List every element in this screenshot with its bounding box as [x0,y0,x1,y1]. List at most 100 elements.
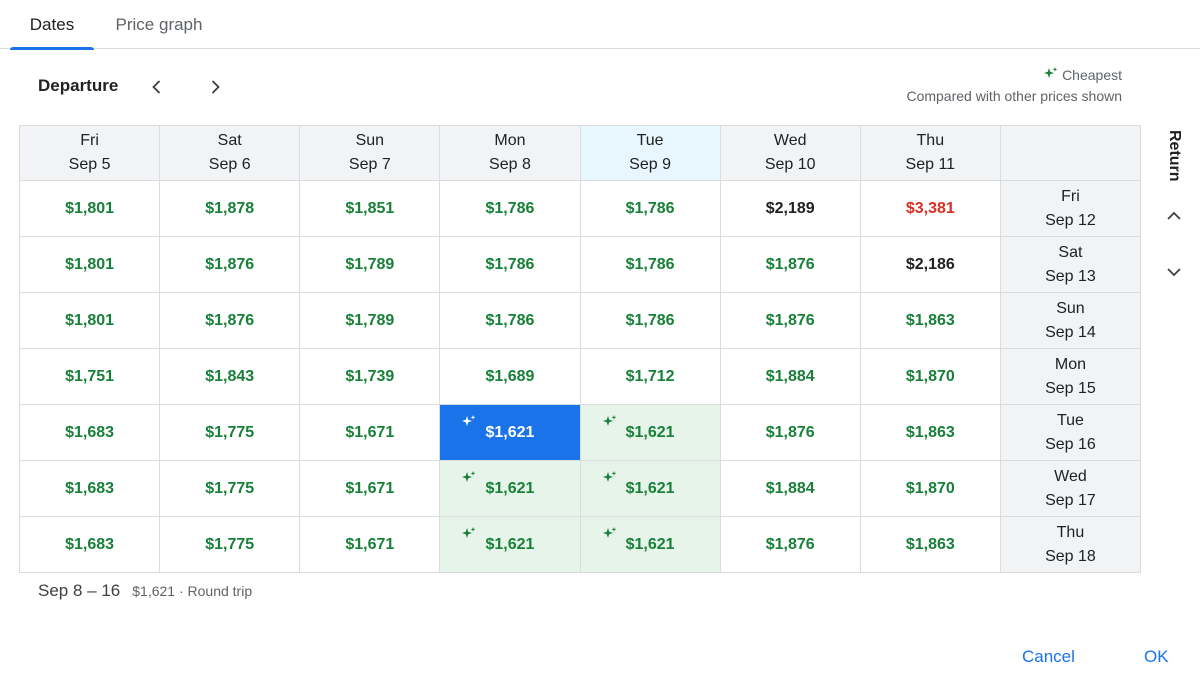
price-cell[interactable]: $1,786 [439,180,581,237]
price-cell[interactable]: $1,621 [579,404,721,461]
price-cell[interactable]: $1,786 [439,236,581,293]
price-cell[interactable]: $2,189 [719,180,861,237]
price-cell[interactable]: $1,876 [719,404,861,461]
return-row-header: Thu Sep 18 [999,516,1142,573]
price-cell[interactable]: $1,851 [299,180,441,237]
price-cell[interactable]: $1,878 [159,180,301,237]
return-next-button[interactable] [1158,256,1190,288]
sparkle-icon [602,471,617,487]
price-cell[interactable]: $1,621 [579,460,721,517]
price-value: $1,621 [485,535,535,553]
date-price-grid: Fri Sep 5 Sat Sep 6 Sun Sep 7 Mon Sep 8 Tue Sep 9… [18,125,1142,573]
price-cell[interactable]: $1,801 [18,180,161,237]
price-value: $1,621 [485,423,535,441]
tab-dates[interactable]: Dates [10,0,94,50]
price-cell[interactable]: $1,786 [439,292,581,349]
price-cell[interactable]: $1,689 [439,348,581,405]
price-cell[interactable]: $1,683 [18,460,161,517]
price-value: $1,671 [345,423,395,441]
chevron-left-icon [152,80,161,94]
chevron-right-icon [211,80,220,94]
column-day: Tue [636,132,664,149]
price-cell[interactable]: $1,786 [579,292,721,349]
ok-button[interactable]: OK [1144,647,1169,667]
price-value: $1,786 [485,255,535,273]
row-day: Wed [1054,467,1087,485]
departure-next-button[interactable] [198,70,232,104]
price-cell[interactable]: $1,775 [159,404,301,461]
column-date: Sep 7 [348,156,391,173]
price-cell[interactable]: $1,712 [579,348,721,405]
price-cell[interactable]: $3,381 [859,180,1001,237]
departure-column-header: Fri Sep 5 [18,125,161,181]
price-cell[interactable]: $1,876 [719,236,861,293]
price-cell[interactable]: $1,884 [719,348,861,405]
tab-price-graph[interactable]: Price graph [104,0,214,49]
price-cell[interactable]: $1,801 [18,236,161,293]
price-cell[interactable]: $1,786 [579,180,721,237]
price-cell[interactable]: $1,876 [719,516,861,573]
price-cell[interactable]: $1,775 [159,460,301,517]
price-value: $1,801 [65,255,115,273]
price-value: $1,870 [905,367,955,385]
departure-prev-button[interactable] [140,70,174,104]
price-cell[interactable]: $1,671 [299,404,441,461]
row-date: Sep 16 [1045,435,1096,453]
price-cell[interactable]: $1,870 [859,348,1001,405]
price-cell[interactable]: $1,870 [859,460,1001,517]
price-cell[interactable]: $1,621 [439,516,581,573]
price-cell[interactable]: $1,876 [159,236,301,293]
price-cell-selected[interactable]: $1,621 [439,404,581,461]
return-row-header: Fri Sep 12 [999,180,1142,237]
price-value: $1,739 [345,367,395,385]
price-cell[interactable]: $1,884 [719,460,861,517]
price-cell[interactable]: $1,801 [18,292,161,349]
price-value: $2,186 [905,255,955,273]
row-date: Sep 14 [1045,323,1096,341]
price-cell[interactable]: $1,739 [299,348,441,405]
price-value: $1,712 [625,367,675,385]
return-prev-button[interactable] [1158,200,1190,232]
price-cell[interactable]: $1,683 [18,516,161,573]
price-cell[interactable]: $1,863 [859,292,1001,349]
price-cell[interactable]: $1,876 [719,292,861,349]
departure-column-header: Tue Sep 9 [579,125,721,181]
price-cell[interactable]: $1,876 [159,292,301,349]
departure-column-header: Thu Sep 11 [859,125,1001,181]
cancel-button[interactable]: Cancel [1022,647,1075,667]
price-value: $1,786 [485,199,535,217]
price-cell[interactable]: $1,863 [859,516,1001,573]
price-cell[interactable]: $1,863 [859,404,1001,461]
sparkle-icon [602,527,617,543]
price-cell[interactable]: $1,751 [18,348,161,405]
price-value: $1,789 [345,255,395,273]
row-date: Sep 13 [1045,267,1096,285]
price-cell[interactable]: $1,683 [18,404,161,461]
return-row-header: Tue Sep 16 [999,404,1142,461]
price-cell[interactable]: $1,621 [579,516,721,573]
price-cell[interactable]: $2,186 [859,236,1001,293]
table-row: $1,801 $1,878 $1,851 $1,786 $1,786 $2,189 $3,3… [18,180,1142,237]
price-value: $1,621 [485,479,535,497]
price-value: $1,876 [765,255,815,273]
price-value: $1,683 [65,479,115,497]
price-cell[interactable]: $1,671 [299,516,441,573]
price-cell[interactable]: $1,775 [159,516,301,573]
column-date: Sep 10 [764,156,816,173]
price-cell[interactable]: $1,786 [579,236,721,293]
table-row: $1,683 $1,775 $1,671 $1,621 $1,621 $1,876 $1,8… [18,516,1142,573]
return-row-header: Wed Sep 17 [999,460,1142,517]
price-value: $1,789 [345,311,395,329]
row-day: Mon [1054,355,1086,373]
price-cell[interactable]: $1,789 [299,236,441,293]
legend-cheapest-label: Cheapest [1062,67,1122,83]
price-cell[interactable]: $1,789 [299,292,441,349]
price-cell[interactable]: $1,843 [159,348,301,405]
price-cell[interactable]: $1,621 [439,460,581,517]
price-cell[interactable]: $1,671 [299,460,441,517]
price-value: $1,786 [485,311,535,329]
price-value: $1,876 [205,311,255,329]
price-value: $1,876 [765,535,815,553]
column-day: Thu [916,132,945,149]
price-value: $1,801 [65,199,115,217]
